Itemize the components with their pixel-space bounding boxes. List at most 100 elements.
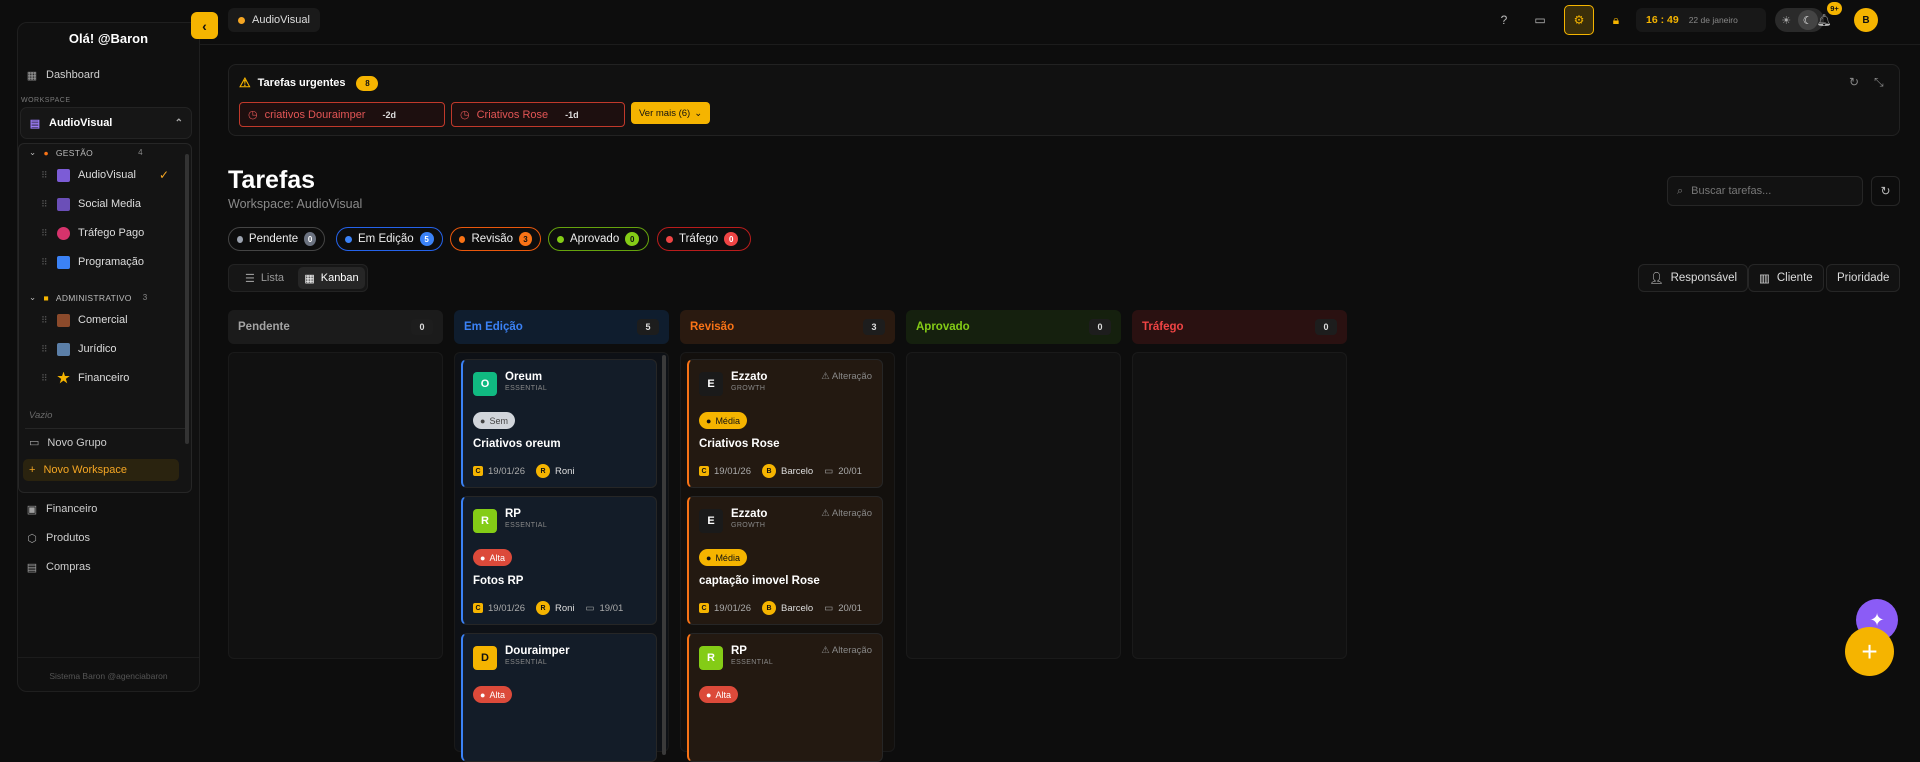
group-gestao-label: GESTÃO (55, 147, 94, 158)
ws-item-juridico[interactable]: ⠿ Jurídico (41, 339, 117, 359)
see-more-button[interactable]: Ver mais (6) ⌄ (631, 102, 711, 124)
status-dot-icon (237, 235, 243, 243)
new-workspace-label: Novo Workspace (43, 464, 127, 476)
ws-item-programacao[interactable]: ⠿ Programação (41, 252, 144, 272)
urgent-count-badge: 8 (356, 75, 379, 91)
priority-label: Alta (489, 552, 505, 563)
column-title: Aprovado (916, 321, 970, 333)
drag-handle-icon[interactable]: ⠿ (41, 199, 49, 210)
clapper-icon: ▤ (29, 117, 41, 130)
status-dot-icon (666, 235, 673, 243)
refresh-icon[interactable]: ↻ (1849, 75, 1859, 89)
column-title: Em Edição (464, 321, 523, 333)
column-count: 3 (863, 319, 885, 335)
breadcrumb[interactable]: AudioVisual (228, 8, 320, 32)
drag-handle-icon[interactable]: ⠿ (41, 373, 49, 384)
nav-compras[interactable]: ▤ Compras (26, 556, 91, 578)
ws-item-label: Social Media (78, 198, 141, 210)
task-card[interactable]: R RP ESSENTIAL ● Alta Fotos RP C 19/01/26… (461, 496, 657, 625)
column-title: Revisão (690, 321, 735, 333)
nav-financeiro[interactable]: ▣ Financeiro (26, 498, 98, 520)
drag-handle-icon[interactable]: ⠿ (41, 257, 49, 268)
task-card[interactable]: D Douraimper ESSENTIAL ● Alta (461, 633, 657, 762)
drag-handle-icon[interactable]: ⠿ (41, 315, 49, 326)
plus-icon: + (1861, 635, 1878, 667)
workspace-select[interactable]: ▤ AudioVisual ⌃ (20, 107, 192, 139)
drag-handle-icon[interactable]: ⠿ (41, 170, 49, 181)
urgent-chip-label: Criativos Rose (476, 108, 549, 121)
task-card[interactable]: E Ezzato GROWTH ⚠ Alteração ● Média Criat… (687, 359, 883, 488)
filter-priority-button[interactable]: Prioridade (1826, 264, 1900, 292)
status-label: Aprovado (570, 233, 620, 245)
client-plan: ESSENTIAL (505, 522, 548, 529)
task-card[interactable]: O Oreum ESSENTIAL ● Sem Criativos oreum C… (461, 359, 657, 488)
urgent-tasks-panel: ⚠ Tarefas urgentes 8 ◷ criativos Douraim… (228, 64, 1900, 136)
column-scrollbar[interactable] (662, 355, 666, 755)
refresh-button[interactable]: ↻ (1871, 176, 1900, 206)
filter-client-button[interactable]: ▥ Cliente (1748, 264, 1824, 292)
page-title: Tarefas (228, 166, 316, 194)
status-filter-revisao[interactable]: Revisão 3 (450, 227, 541, 251)
new-workspace-button[interactable]: + Novo Workspace (23, 459, 179, 481)
group-gestao[interactable]: ⌄ ● GESTÃO 4 (29, 147, 143, 158)
urgent-chip[interactable]: ◷ Criativos Rose -1d (451, 102, 625, 127)
user-name: Roni (554, 602, 575, 614)
help-icon[interactable]: ? (1492, 8, 1516, 32)
status-filter-pendente[interactable]: Pendente 0 (228, 227, 325, 251)
priority-badge: ● Média (699, 412, 747, 429)
status-filter-aprovado[interactable]: Aprovado 0 (548, 227, 649, 251)
ws-item-comercial[interactable]: ⠿ Comercial (41, 310, 128, 330)
task-card[interactable]: R RP ESSENTIAL ⚠ Alteração ● Alta (687, 633, 883, 762)
nav-dashboard[interactable]: ▦ Dashboard (26, 64, 100, 86)
group-administrativo[interactable]: ⌄ ■ ADMINISTRATIVO 3 (29, 292, 147, 303)
dropdown-scrollbar[interactable] (185, 154, 189, 444)
refresh-icon: ↻ (1880, 184, 1891, 198)
task-title: Criativos oreum (473, 438, 561, 450)
ws-item-trafego-pago[interactable]: ⠿ Tráfego Pago (41, 223, 144, 243)
filter-responsible-button[interactable]: 👤︎ Responsável (1638, 264, 1749, 292)
avatar[interactable]: B (1854, 8, 1878, 32)
calculator-icon: ▣ (26, 503, 38, 516)
workspace-label: WORKSPACE (21, 97, 71, 104)
status-count: 3 (519, 232, 532, 246)
status-count: 0 (304, 232, 316, 246)
created-date: 19/01/26 (714, 602, 751, 614)
drag-handle-icon[interactable]: ⠿ (41, 344, 49, 355)
settings-icon[interactable]: ⚙ (1564, 5, 1594, 35)
search-input[interactable]: ⌕ Buscar tarefas... (1667, 176, 1863, 206)
task-card[interactable]: E Ezzato GROWTH ⚠ Alteração ● Média capta… (687, 496, 883, 625)
collapse-sidebar-button[interactable]: ‹ (191, 12, 218, 39)
task-title: Fotos RP (473, 575, 524, 587)
empty-label: Vazio (29, 410, 53, 421)
urgent-chip[interactable]: ◷ criativos Douraimper -2d (239, 102, 445, 127)
ws-item-financeiro[interactable]: ⠿ Financeiro (41, 368, 129, 388)
status-label: Em Edição (358, 233, 414, 245)
calendar-icon: ▭ (585, 602, 595, 614)
status-filter-em-edicao[interactable]: Em Edição 5 (336, 227, 443, 251)
add-task-button[interactable]: + (1845, 627, 1894, 676)
workspace-dropdown: ⌄ ● GESTÃO 4 ⠿ AudioVisual ✓ ⠿ Social Me… (18, 143, 192, 493)
status-filter-trafego[interactable]: Tráfego 0 (657, 227, 751, 251)
collapse-icon[interactable]: ⤡ (1874, 75, 1884, 90)
page-subtitle: Workspace: AudioVisual (228, 197, 363, 211)
folder-icon: ■ (43, 292, 49, 303)
status-dot-icon (459, 235, 466, 243)
breadcrumb-label: AudioVisual (252, 14, 310, 26)
priority-dot-icon: ● (480, 415, 486, 426)
view-list-button[interactable]: ☰ Lista (231, 267, 298, 289)
kanban-column-aprovado: Aprovado 0 (906, 310, 1121, 659)
nav-produtos[interactable]: ⬡ Produtos (26, 527, 90, 549)
new-group-button[interactable]: ▭ Novo Grupo (29, 436, 107, 450)
drag-handle-icon[interactable]: ⠿ (41, 228, 49, 239)
created-date: 19/01/26 (714, 465, 751, 477)
lock-icon[interactable]: 🔒︎ (1604, 8, 1628, 32)
inbox-icon[interactable]: ▭ (1528, 8, 1552, 32)
ws-item-audiovisual[interactable]: ⠿ AudioVisual (41, 165, 136, 185)
view-kanban-button[interactable]: ▦ Kanban (298, 267, 365, 289)
created-icon: C (699, 603, 709, 613)
column-body (906, 352, 1121, 659)
client-avatar: O (473, 372, 497, 396)
divider (200, 44, 1920, 45)
warning-icon: ⚠ (821, 645, 832, 656)
ws-item-social-media[interactable]: ⠿ Social Media (41, 194, 141, 214)
